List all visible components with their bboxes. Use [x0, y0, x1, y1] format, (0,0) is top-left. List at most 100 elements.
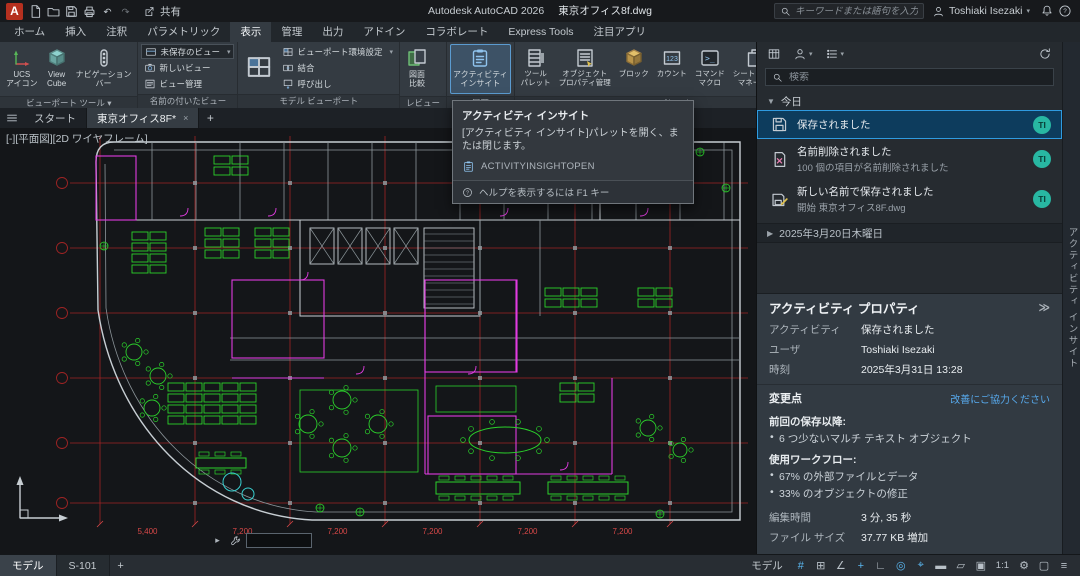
clean-screen-icon[interactable]: ▢ [1034, 555, 1054, 576]
global-search[interactable] [774, 3, 924, 19]
document-tab-1[interactable]: スタート [24, 108, 87, 128]
activity-item-saveas[interactable]: 新しい名前で保存されました開始 東京オフィス8F.dwgTI [757, 179, 1062, 219]
collapse-chevron-icon[interactable]: ≫ [1039, 301, 1051, 314]
palette-search[interactable] [765, 68, 1054, 86]
join-viewports-button[interactable]: 結合 [279, 60, 396, 75]
object-snap-icon[interactable]: ⌖ [911, 555, 931, 576]
ribbon-tab-2[interactable]: 挿入 [55, 22, 96, 42]
palette-title-strip[interactable]: アクティビティ インサイト [1062, 42, 1080, 554]
property-row: アクティビティ保存されました [757, 320, 1062, 340]
panel-label[interactable]: モデル ビューポート [238, 94, 399, 108]
hamburger-menu-icon[interactable] [0, 108, 24, 128]
document-tab-2[interactable]: 東京オフィス8F*× [87, 108, 199, 128]
document-tab-label: スタート [34, 111, 76, 126]
dynamic-input-icon[interactable]: + [851, 555, 871, 576]
viewport-config-button[interactable] [241, 44, 277, 90]
search-input[interactable] [795, 6, 918, 17]
drawing-compare-button[interactable]: 図面 比較 [403, 44, 431, 94]
activity-item-title: 保存されました [797, 117, 871, 132]
toolpalette-icon [525, 47, 547, 69]
transparency-icon[interactable]: ▱ [951, 555, 971, 576]
navigation-bar-button-label: ナビゲーション バー [76, 70, 132, 88]
view-manager-button[interactable]: ビュー管理 [141, 76, 234, 91]
infer-constraints-icon[interactable]: ∠ [831, 555, 851, 576]
new-tab-button[interactable]: + [199, 108, 221, 128]
activity-insight-button[interactable]: アクティビティ インサイト [450, 44, 511, 94]
disk-icon [770, 115, 789, 134]
view-manager-button-label: ビュー管理 [159, 78, 202, 90]
sheet-set-manager-button[interactable]: シート セット マネージャ [730, 44, 756, 94]
ribbon-panel: UCS アイコンView Cube ナビゲーション バービューポート ツール ▾ [0, 42, 138, 108]
undo-icon[interactable]: ↶ [98, 2, 116, 20]
panel-label[interactable]: ビューポート ツール ▾ [0, 96, 137, 108]
polar-tracking-icon[interactable]: ◎ [891, 555, 911, 576]
share-button[interactable]: 共有 [137, 2, 187, 20]
properties-palette-button[interactable]: オブジェクト プロパティ管理 [556, 44, 614, 94]
customize-wrench-icon[interactable] [228, 533, 243, 548]
plot-icon[interactable] [80, 2, 98, 20]
chevron-right-icon[interactable]: ▸ [210, 533, 225, 548]
selection-cycling-icon[interactable]: ▣ [971, 555, 991, 576]
user-filter-button[interactable]: ▾ [793, 47, 813, 61]
save-file-icon[interactable] [62, 2, 80, 20]
svg-text:?: ? [1063, 8, 1067, 15]
list-filter-button[interactable]: ▾ [825, 47, 845, 61]
activity-item-purged[interactable]: 名前削除されました100 個の項目が名前削除されましたTI [757, 139, 1062, 179]
ribbon-tab-1[interactable]: ホーム [4, 22, 55, 42]
ribbon-tab-7[interactable]: 出力 [312, 22, 353, 42]
view-cube-button[interactable]: View Cube [43, 44, 71, 94]
close-icon[interactable]: × [183, 113, 188, 123]
redo-icon[interactable]: ↷ [116, 2, 134, 20]
help-icon[interactable]: ? [1056, 2, 1074, 20]
new-view-button[interactable]: 新しいビュー [141, 60, 234, 75]
command-input[interactable] [246, 533, 312, 548]
viewport-config-dropdown[interactable]: ビューポート環境設定▾ [279, 44, 396, 59]
ribbon-tab-10[interactable]: Express Tools [498, 22, 583, 42]
open-file-icon[interactable] [44, 2, 62, 20]
refresh-icon[interactable] [1038, 47, 1052, 61]
ucs-icon-button[interactable]: UCS アイコン [3, 44, 41, 94]
user-menu[interactable]: Toshiaki Isezaki ▾ [932, 5, 1030, 18]
svg-text:>_: >_ [705, 54, 715, 63]
palette-search-input[interactable] [789, 72, 1047, 83]
command-line-bar[interactable]: ▸ [210, 532, 312, 549]
ribbon-tab-11[interactable]: 注目アプリ [584, 22, 657, 42]
activity-item-saved[interactable]: 保存されましたTI [757, 110, 1062, 139]
layout-tab-2[interactable]: S-101 [57, 555, 110, 576]
property-row: 時刻2025年3月31日 13:28 [757, 360, 1062, 380]
ortho-mode-icon[interactable]: ∟ [871, 555, 891, 576]
ribbon-tab-8[interactable]: アドイン [353, 22, 415, 42]
workspace-switching-icon[interactable]: ⚙ [1014, 555, 1034, 576]
model-space-label[interactable]: モデル [743, 555, 791, 576]
panel-label[interactable]: レビュー [400, 96, 446, 108]
blocks-palette-button[interactable]: ブロック [616, 44, 652, 94]
snap-mode-icon[interactable]: ⊞ [811, 555, 831, 576]
command-macros-button[interactable]: >_コマンド マクロ [692, 44, 728, 94]
ribbon-tab-4[interactable]: パラメトリック [137, 22, 230, 42]
new-file-icon[interactable] [26, 2, 44, 20]
view-combo[interactable]: 未保存のビュー▾ [141, 44, 234, 59]
viewport-controls-label[interactable]: [-][平面図][2D ワイヤフレーム] [6, 131, 148, 146]
tool-palettes-button[interactable]: ツール パレット [518, 44, 554, 94]
status-icon-row: #⊞∠+∟◎⌖▬▱▣1:1⚙▢≡ [791, 555, 1074, 576]
ribbon-tab-9[interactable]: コラボレート [415, 22, 498, 42]
ribbon-tab-3[interactable]: 注釈 [96, 22, 137, 42]
lineweight-icon[interactable]: ▬ [931, 555, 951, 576]
grid-display-icon[interactable]: # [791, 555, 811, 576]
autocad-logo[interactable]: A [6, 3, 23, 20]
feedback-link[interactable]: 改善にご協力ください [950, 391, 1050, 406]
table-view-icon[interactable] [767, 47, 781, 61]
customize-icon[interactable]: ≡ [1054, 555, 1074, 576]
timeline-group-today[interactable]: ▼ 今日 [757, 92, 1062, 110]
notification-bell-icon[interactable] [1038, 2, 1056, 20]
ribbon-tab-6[interactable]: 管理 [271, 22, 312, 42]
navigation-bar-button[interactable]: ナビゲーション バー [73, 44, 135, 94]
count-palette-button[interactable]: 123カウント [654, 44, 690, 94]
layout-tab-1[interactable]: モデル [0, 555, 57, 576]
panel-label[interactable]: 名前の付いたビュー [138, 94, 237, 108]
ribbon-tab-5[interactable]: 表示 [230, 22, 271, 42]
annotation-scale-label[interactable]: 1:1 [991, 555, 1014, 576]
new-layout-button[interactable]: + [110, 555, 132, 576]
timeline-group-collapsed[interactable]: ▶ 2025年3月20日木曜日 [757, 223, 1062, 243]
restore-viewport-button[interactable]: 呼び出し [279, 76, 396, 91]
